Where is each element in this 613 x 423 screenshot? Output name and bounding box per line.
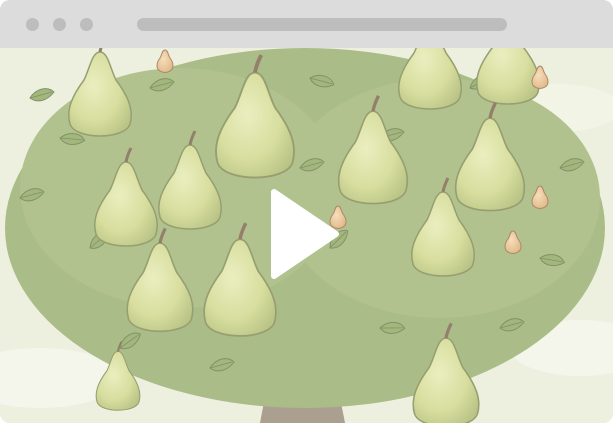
browser-window [0, 0, 613, 423]
window-dot-icon[interactable] [26, 18, 39, 31]
address-bar[interactable] [137, 18, 507, 31]
video-player[interactable] [0, 48, 613, 423]
title-bar [0, 0, 613, 48]
play-button[interactable] [268, 188, 340, 280]
play-icon [271, 189, 339, 279]
window-dot-icon[interactable] [80, 18, 93, 31]
window-dot-icon[interactable] [53, 18, 66, 31]
